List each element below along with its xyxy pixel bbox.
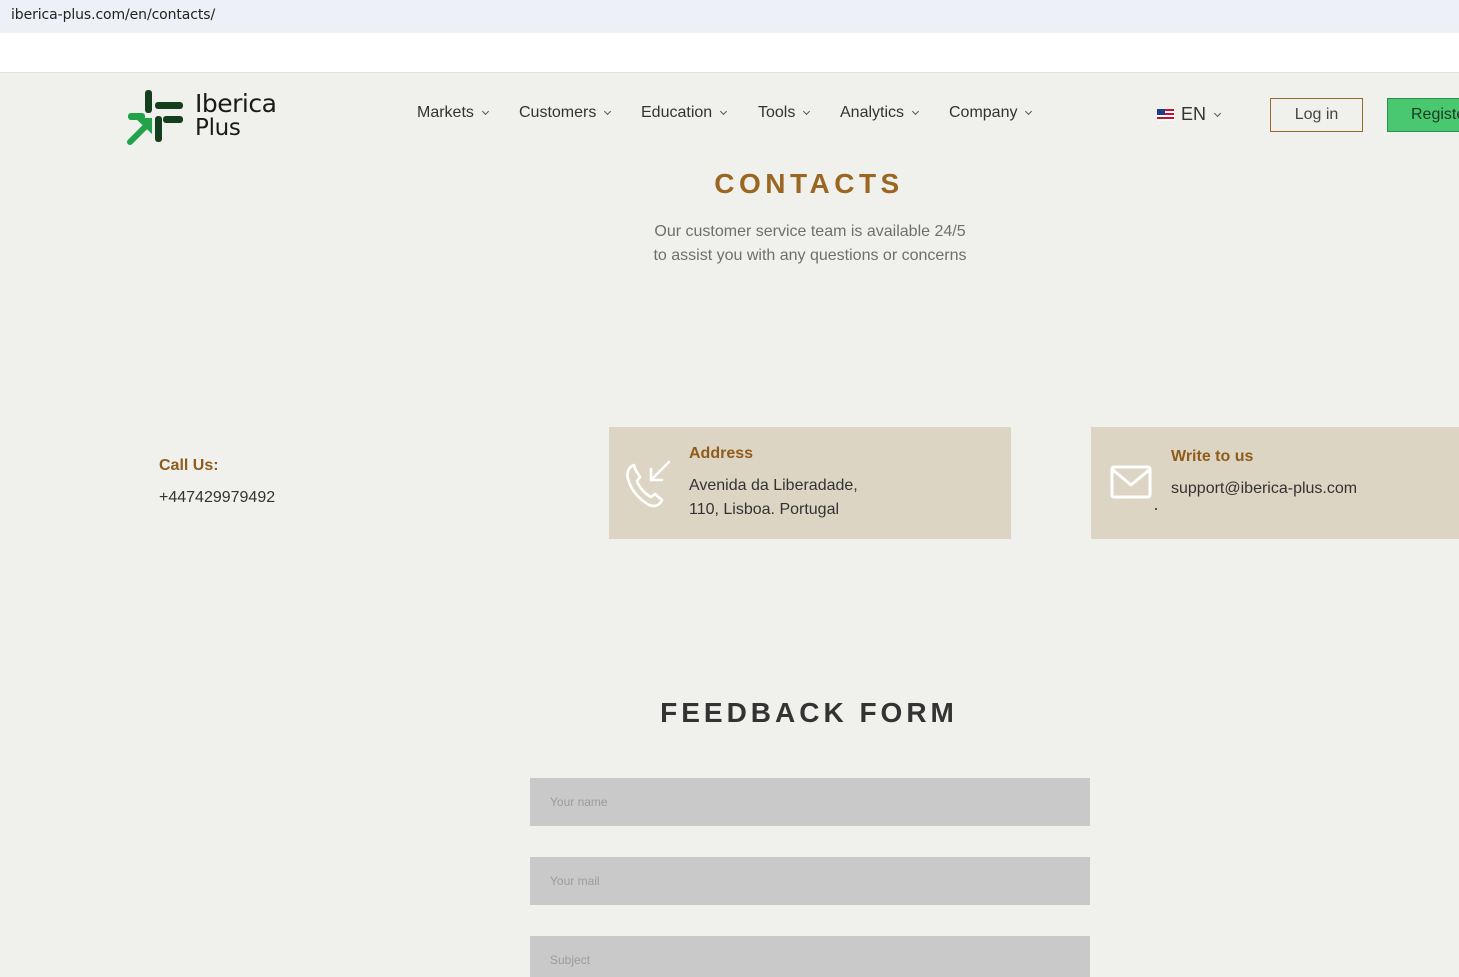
call-us-label: Call Us: — [159, 457, 219, 474]
subtitle-line: to assist you with any questions or conc… — [653, 247, 967, 264]
site-header: Iberica Plus Markets Customers Education… — [0, 74, 1459, 156]
chevron-down-icon — [803, 107, 811, 116]
feedback-form-title: FEEDBACK FORM — [660, 697, 958, 728]
address-text: Avenida da Liberadade, 110, Lisboa. Port… — [689, 474, 858, 522]
nav-item-label: Markets — [417, 104, 474, 121]
url-text[interactable]: iberica-plus.com/en/contacts/ — [11, 7, 215, 23]
nav-item-label: Customers — [519, 104, 597, 121]
language-code: EN — [1181, 104, 1207, 124]
logo-text-line2: Plus — [195, 115, 241, 141]
chevron-down-icon — [911, 107, 920, 116]
subtitle-line: Our customer service team is available 2… — [654, 223, 966, 240]
page-title: CONTACTS — [714, 168, 904, 199]
logo-text-line1: Iberica — [195, 89, 277, 118]
email-link[interactable]: support@iberica-plus.com — [1171, 477, 1357, 501]
nav-item-customers[interactable]: Customers — [519, 104, 612, 122]
nav-item-education[interactable]: Education — [641, 104, 728, 122]
phone-incoming-icon — [626, 460, 671, 508]
browser-address-bar[interactable]: iberica-plus.com/en/contacts/ — [0, 0, 1459, 33]
chevron-down-icon — [1213, 109, 1222, 117]
login-button[interactable]: Log in — [1270, 98, 1363, 132]
nav-item-label: Education — [641, 104, 713, 121]
nav-item-company[interactable]: Company — [949, 104, 1033, 122]
chevron-down-icon — [720, 107, 728, 116]
email-input[interactable] — [530, 857, 1090, 905]
address-title: Address — [689, 445, 754, 462]
subject-input[interactable] — [530, 936, 1090, 977]
browser-toolbar-strip — [0, 33, 1459, 73]
address-line: Avenida da Liberadade, — [689, 477, 858, 494]
email-card: Write to us support@iberica-plus.com — [1091, 427, 1459, 539]
nav-item-tools[interactable]: Tools — [758, 104, 811, 122]
nav-item-label: Tools — [758, 104, 796, 121]
logo-cross-icon — [127, 90, 183, 145]
nav-item-analytics[interactable]: Analytics — [840, 104, 920, 122]
decorative-dot — [1155, 508, 1157, 510]
chevron-down-icon — [1025, 107, 1033, 116]
chevron-down-icon — [604, 107, 612, 116]
nav-item-label: Analytics — [840, 104, 905, 121]
us-flag-icon — [1157, 108, 1174, 121]
chevron-down-icon — [481, 107, 489, 116]
language-selector[interactable]: EN — [1157, 104, 1222, 125]
phone-number-link[interactable]: +447429979492 — [159, 489, 275, 507]
address-line: 110, Lisboa. Portugal — [689, 501, 840, 518]
register-button[interactable]: Register — [1387, 98, 1459, 132]
address-card: Address Avenida da Liberadade, 110, Lisb… — [609, 427, 1011, 539]
email-title: Write to us — [1171, 448, 1254, 465]
page-subtitle: Our customer service team is available 2… — [0, 220, 1459, 268]
name-input[interactable] — [530, 778, 1090, 826]
site-logo[interactable]: Iberica Plus — [126, 88, 286, 146]
nav-item-label: Company — [949, 104, 1018, 121]
envelope-icon — [1110, 465, 1152, 499]
nav-item-markets[interactable]: Markets — [417, 104, 489, 122]
